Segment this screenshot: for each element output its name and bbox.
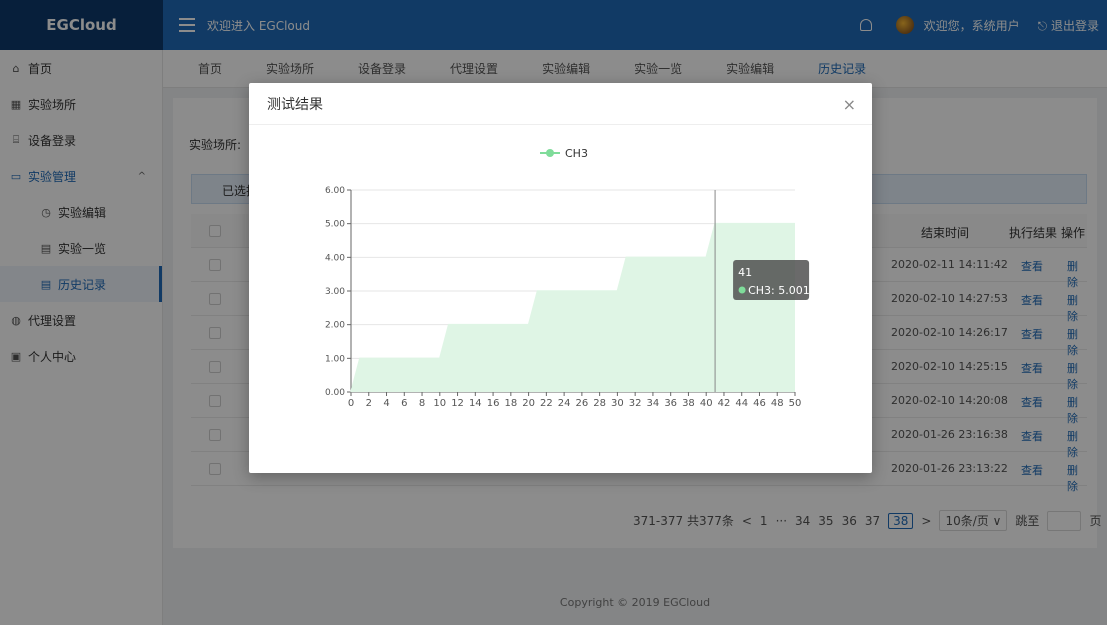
tooltip-marker: [738, 286, 746, 294]
x-tick-label: 30: [611, 398, 624, 409]
y-tick-label: 0.00: [325, 388, 345, 398]
test-result-modal: 测试结果 × CH3 0.00 1.00 2.00 3.00 4.00 5.00 6.00 0 2…: [249, 83, 872, 473]
x-tick-label: 2: [366, 398, 372, 409]
modal-header: 测试结果: [249, 83, 872, 125]
x-tick-label: 40: [700, 398, 713, 409]
tooltip-value: CH3: 5.001: [748, 284, 810, 297]
x-tick-label: 34: [647, 398, 660, 409]
x-tick-label: 6: [401, 398, 407, 409]
y-tick-label: 1.00: [325, 354, 345, 364]
x-tick-label: 48: [771, 398, 784, 409]
x-tick-label: 44: [735, 398, 748, 409]
x-tick-label: 18: [504, 398, 517, 409]
x-tick-label: 50: [789, 398, 802, 409]
x-tick-label: 12: [451, 398, 464, 409]
x-tick-label: 32: [629, 398, 642, 409]
series-area-ch3: [351, 223, 795, 392]
x-tick-label: 36: [664, 398, 677, 409]
x-tick-label: 46: [753, 398, 766, 409]
x-tick-label: 14: [469, 398, 482, 409]
result-chart: CH30.001.002.003.004.005.006.000 2 4 6 8 10 12…: [325, 147, 810, 409]
legend-marker: [546, 149, 554, 157]
y-tick-label: 2.00: [325, 321, 345, 331]
x-tick-label: 28: [593, 398, 606, 409]
tooltip-title: 41: [738, 266, 752, 279]
legend-label: CH3: [565, 147, 588, 160]
y-tick-label: 3.00: [325, 287, 345, 297]
x-tick-label: 24: [558, 398, 571, 409]
y-tick-label: 5.00: [325, 220, 345, 230]
x-tick-label: 26: [576, 398, 589, 409]
y-tick-label: 4.00: [325, 253, 345, 263]
x-tick-label: 16: [487, 398, 500, 409]
x-tick-label: 22: [540, 398, 553, 409]
x-tick-label: 0: [348, 398, 354, 409]
x-tick-label: 38: [682, 398, 695, 409]
modal-title: 测试结果: [267, 96, 323, 113]
x-tick-label: 4: [383, 398, 389, 409]
y-tick-label: 6.00: [325, 186, 345, 196]
x-tick-label: 20: [522, 398, 535, 409]
x-tick-label: 10: [433, 398, 446, 409]
x-tick-label: 42: [718, 398, 731, 409]
x-tick-label: 8: [419, 398, 425, 409]
close-icon[interactable]: ×: [843, 95, 856, 114]
